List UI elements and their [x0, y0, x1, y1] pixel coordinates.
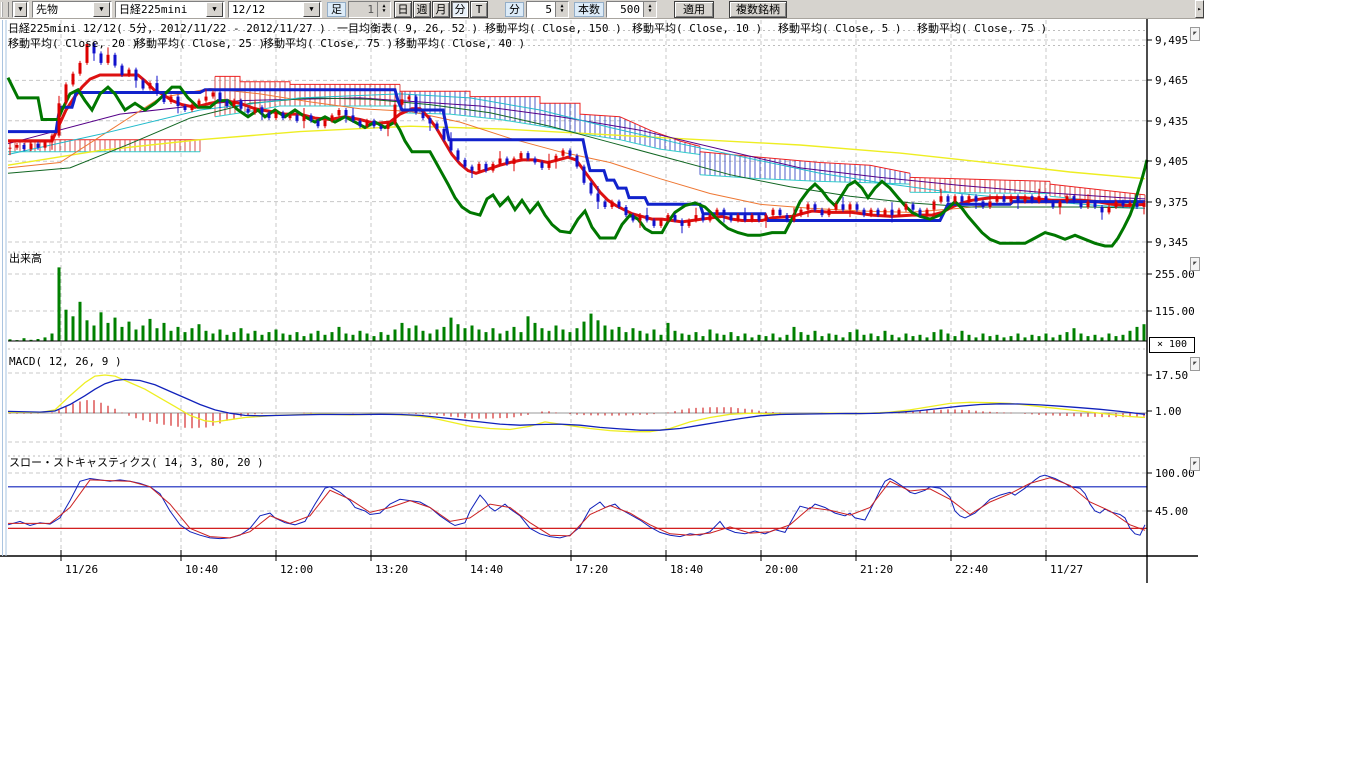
chevron-down-icon[interactable]: ▼ [14, 2, 27, 17]
spinner-arrows-icon[interactable]: ▲▼ [555, 2, 568, 17]
chart-svg[interactable]: 9,495 9,465 9,435 9,405 9,375 9,345 255.00 115.… [0, 19, 1204, 585]
legend-ma150: 移動平均( Close, 150 ) [485, 22, 622, 35]
svg-text:10:40: 10:40 [185, 563, 218, 576]
volume-multiplier-badge: × 100 [1149, 337, 1195, 353]
toolbar-overflow-button[interactable]: ▸ [1195, 0, 1204, 18]
svg-text:100.00: 100.00 [1155, 467, 1195, 480]
svg-text:11/27: 11/27 [1050, 563, 1083, 576]
bar-label: 足 [327, 2, 346, 17]
spinner-arrows-icon[interactable]: ▲▼ [643, 2, 656, 17]
svg-text:14:40: 14:40 [470, 563, 503, 576]
symbol-combobox[interactable]: 日経225mini ▼ [115, 1, 225, 18]
svg-text:45.00: 45.00 [1155, 505, 1188, 518]
period-tick-button[interactable]: T [470, 1, 488, 18]
period-day-button[interactable]: 日 [394, 1, 412, 18]
apply-button[interactable]: 適用 [674, 1, 714, 18]
svg-text:9,375: 9,375 [1155, 196, 1188, 209]
svg-text:12:00: 12:00 [280, 563, 313, 576]
svg-text:18:40: 18:40 [670, 563, 703, 576]
legend-ichimoku: 一目均衡表( 9, 26, 52 ) [337, 22, 478, 35]
chart-canvas[interactable]: 9,495 9,465 9,435 9,405 9,375 9,345 255.00 115.… [0, 19, 1204, 585]
svg-text:21:20: 21:20 [860, 563, 893, 576]
contract-value: 12/12 [229, 3, 302, 16]
spinner-arrows-icon[interactable]: ▲▼ [377, 2, 390, 17]
minute-stepper[interactable]: 5 ▲▼ [526, 1, 569, 18]
price-axis-expand-button[interactable]: ◤ [1190, 27, 1200, 41]
contract-month-combobox[interactable]: 12/12 ▼ [228, 1, 322, 18]
period-month-button[interactable]: 月 [432, 1, 450, 18]
svg-text:9,345: 9,345 [1155, 236, 1188, 249]
bar-count-stepper[interactable]: 500 ▲▼ [606, 1, 657, 18]
symbol-value: 日経225mini [116, 1, 205, 17]
svg-text:22:40: 22:40 [955, 563, 988, 576]
period-minute-button[interactable]: 分 [451, 1, 469, 18]
legend-ma40: 移動平均( Close, 40 ) [395, 37, 525, 50]
svg-text:17:20: 17:20 [575, 563, 608, 576]
bar-count-label: 本数 [574, 2, 604, 17]
legend-ma75b: 移動平均( Close, 75 ) [263, 37, 393, 50]
chart-toolbar: ▼ 先物 ▼ 日経225mini ▼ 12/12 ▼ 足 1 ▲▼ 日 週 月 … [0, 0, 1204, 19]
legend-ma10: 移動平均( Close, 10 ) [632, 22, 762, 35]
market-combobox[interactable]: 先物 ▼ [32, 1, 112, 18]
legend-ma75: 移動平均( Close, 75 ) [917, 22, 1047, 35]
volume-axis-expand-button[interactable]: ◤ [1190, 257, 1200, 271]
svg-text:20:00: 20:00 [765, 563, 798, 576]
chevron-down-icon[interactable]: ▼ [206, 2, 223, 17]
minute-label: 分 [505, 2, 524, 17]
svg-text:11/26: 11/26 [65, 563, 98, 576]
market-value: 先物 [33, 1, 92, 17]
chevron-down-icon[interactable]: ▼ [303, 2, 320, 17]
bar-interval-stepper[interactable]: 1 ▲▼ [348, 1, 391, 18]
chart-type-combobox[interactable]: ▼ [12, 1, 29, 18]
bar-interval-value: 1 [349, 2, 377, 17]
toolbar-grip[interactable] [1, 2, 9, 17]
minute-value: 5 [527, 2, 555, 17]
legend-ma20: 移動平均( Close, 20 ) [8, 37, 138, 50]
svg-text:9,465: 9,465 [1155, 74, 1188, 87]
macd-axis-expand-button[interactable]: ◤ [1190, 357, 1200, 371]
svg-text:255.00: 255.00 [1155, 268, 1195, 281]
svg-text:1.00: 1.00 [1155, 405, 1182, 418]
stoch-panel-title: スロー・ストキャスティクス( 14, 3, 80, 20 ) [9, 456, 264, 469]
period-week-button[interactable]: 週 [413, 1, 431, 18]
svg-text:17.50: 17.50 [1155, 369, 1188, 382]
macd-panel-title: MACD( 12, 26, 9 ) [9, 355, 122, 368]
svg-text:13:20: 13:20 [375, 563, 408, 576]
stoch-axis-expand-button[interactable]: ◤ [1190, 457, 1200, 471]
legend-ma25: 移動平均( Close, 25 ) [135, 37, 265, 50]
multi-symbol-button[interactable]: 複数銘柄 [729, 1, 787, 18]
chart-title-legend: 日経225mini 12/12( 5分, 2012/11/22 - 2012/1… [8, 22, 326, 35]
svg-text:9,435: 9,435 [1155, 115, 1188, 128]
chevron-down-icon[interactable]: ▼ [93, 2, 110, 17]
svg-text:9,405: 9,405 [1155, 155, 1188, 168]
trading-app-window: ▼ 先物 ▼ 日経225mini ▼ 12/12 ▼ 足 1 ▲▼ 日 週 月 … [0, 0, 1366, 768]
volume-panel-title: 出来高 [9, 252, 42, 265]
svg-text:115.00: 115.00 [1155, 305, 1195, 318]
bar-count-value: 500 [607, 2, 643, 17]
legend-ma5: 移動平均( Close, 5 ) [778, 22, 901, 35]
svg-text:9,495: 9,495 [1155, 34, 1188, 47]
